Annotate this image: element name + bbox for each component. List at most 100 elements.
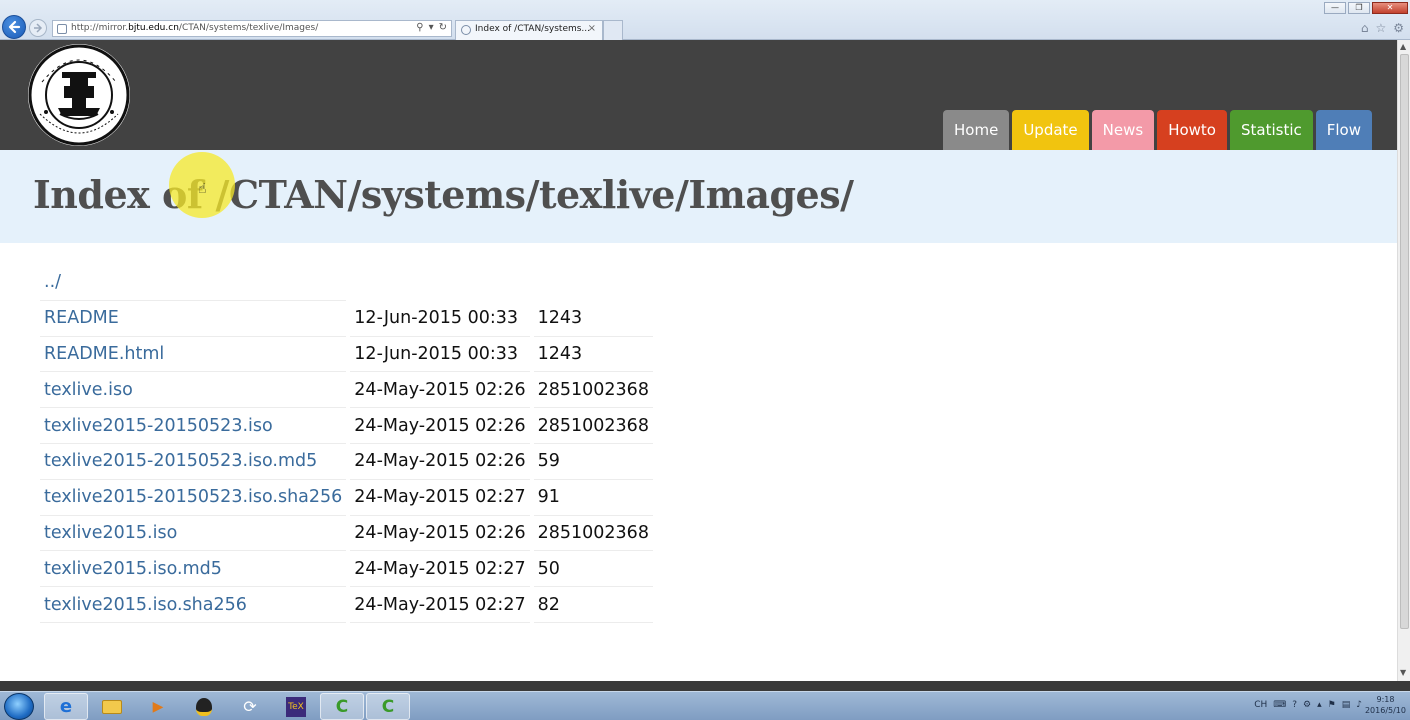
back-button[interactable] xyxy=(2,15,26,39)
file-size: 1243 xyxy=(533,337,653,373)
close-window-button[interactable]: ✕ xyxy=(1372,2,1408,14)
scrollbar-thumb[interactable] xyxy=(1400,54,1409,629)
scroll-up-arrow-icon[interactable]: ▲ xyxy=(1400,42,1406,51)
table-row: README.html 12-Jun-2015 00:33 1243 xyxy=(40,337,653,373)
settings-gear-icon[interactable]: ⚙ xyxy=(1393,21,1404,35)
file-date: 24-May-2015 02:27 xyxy=(350,551,530,588)
table-row: ../ xyxy=(40,265,653,301)
taskbar-clock[interactable]: 9:18 2016/5/10 xyxy=(1365,694,1406,716)
file-link[interactable]: README xyxy=(44,308,119,328)
flag-icon[interactable]: ⚑ xyxy=(1328,700,1336,710)
taskbar: e ▶ ⟳ TeX C C CH ⌨ ? ⚙ ▴ ⚑ ▤ ♪ 9:18 2016… xyxy=(0,691,1410,720)
nav-howto[interactable]: Howto xyxy=(1157,110,1227,150)
address-bar[interactable]: http://mirror.bjtu.edu.cn/CTAN/systems/t… xyxy=(52,20,452,37)
table-row: texlive2015-20150523.iso.sha256 24-May-2… xyxy=(40,480,653,516)
file-size: 91 xyxy=(533,480,653,516)
nav-statistic-label: Statistic xyxy=(1240,121,1302,139)
browser-toolbar: http://mirror.bjtu.edu.cn/CTAN/systems/t… xyxy=(0,0,1410,40)
file-link[interactable]: README.html xyxy=(44,344,164,364)
mouse-pointer-icon: ☝ xyxy=(198,181,207,197)
file-name-cell: texlive2015.iso.sha256 xyxy=(40,587,347,623)
file-name-cell: texlive.iso xyxy=(40,372,347,409)
home-icon[interactable]: ⌂ xyxy=(1361,21,1369,35)
url-prefix: http://mirror. xyxy=(71,23,129,33)
file-link[interactable]: texlive2015-20150523.iso xyxy=(44,416,273,436)
maximize-button[interactable]: ❐ xyxy=(1348,2,1370,14)
taskbar-media-player-icon[interactable]: ▶ xyxy=(136,693,180,720)
taskbar-qq-icon[interactable] xyxy=(182,693,226,720)
nav-update[interactable]: Update xyxy=(1012,110,1089,150)
new-tab-button[interactable] xyxy=(603,20,623,40)
taskbar-cloud-app-icon[interactable]: ⟳ xyxy=(228,693,272,720)
file-name-cell: ../ xyxy=(40,265,347,301)
nav-statistic[interactable]: Statistic xyxy=(1229,110,1313,150)
volume-icon[interactable]: ♪ xyxy=(1356,700,1362,710)
file-date-cell xyxy=(350,265,529,301)
file-size: 50 xyxy=(533,551,653,588)
file-date: 24-May-2015 02:26 xyxy=(350,444,530,480)
table-row: texlive2015.iso 24-May-2015 02:26 285100… xyxy=(40,516,653,552)
file-size: 59 xyxy=(533,444,653,480)
file-link[interactable]: texlive2015-20150523.iso.md5 xyxy=(44,451,317,471)
table-row: README 12-Jun-2015 00:33 1243 xyxy=(40,301,653,337)
system-tray: CH ⌨ ? ⚙ ▴ ⚑ ▤ ♪ xyxy=(1254,700,1362,710)
address-url[interactable]: http://mirror.bjtu.edu.cn/CTAN/systems/t… xyxy=(71,23,318,33)
file-name-cell: README.html xyxy=(40,337,347,373)
show-hidden-icons-icon[interactable]: ▴ xyxy=(1317,700,1322,710)
taskbar-explorer-folder-icon[interactable] xyxy=(90,693,134,720)
tab-close-icon[interactable]: × xyxy=(588,23,596,34)
refresh-icon[interactable]: ↻ xyxy=(439,22,447,33)
university-logo xyxy=(28,44,130,146)
file-link[interactable]: texlive2015-20150523.iso.sha256 xyxy=(44,487,342,507)
nav-news[interactable]: News xyxy=(1091,110,1155,150)
tab-title: Index of /CTAN/systems... xyxy=(475,24,591,34)
network-icon[interactable]: ▤ xyxy=(1342,700,1351,710)
parent-directory-link[interactable]: ../ xyxy=(44,272,61,292)
clock-time: 9:18 xyxy=(1376,695,1395,704)
table-row: texlive.iso 24-May-2015 02:26 2851002368 xyxy=(40,372,653,409)
taskbar-ie-icon[interactable]: e xyxy=(44,693,88,720)
start-button[interactable] xyxy=(4,693,34,720)
file-size: 82 xyxy=(533,587,653,623)
table-row: texlive2015.iso.sha256 24-May-2015 02:27… xyxy=(40,587,653,623)
dropdown-icon[interactable]: ▾ xyxy=(429,22,434,33)
minimize-button[interactable]: — xyxy=(1324,2,1346,14)
file-name-cell: texlive2015.iso.md5 xyxy=(40,551,347,588)
file-date: 12-Jun-2015 00:33 xyxy=(350,301,530,337)
browser-tab[interactable]: Index of /CTAN/systems... × xyxy=(455,20,603,40)
keyboard-icon[interactable]: ⌨ xyxy=(1273,700,1286,710)
nav-home[interactable]: Home xyxy=(943,110,1010,150)
nav-news-label: News xyxy=(1102,121,1144,139)
search-icon[interactable]: ⚲ xyxy=(416,22,423,33)
nav-flow-label: Flow xyxy=(1326,121,1361,139)
nav-flow[interactable]: Flow xyxy=(1315,110,1372,150)
taskbar-camtasia-icon[interactable]: C xyxy=(320,693,364,720)
input-language-indicator[interactable]: CH xyxy=(1254,700,1267,710)
back-arrow-icon xyxy=(8,20,21,34)
nav-update-label: Update xyxy=(1023,121,1078,139)
vertical-scrollbar[interactable]: ▲ ▼ xyxy=(1397,40,1410,681)
file-date: 24-May-2015 02:26 xyxy=(350,516,530,552)
tab-favicon-icon xyxy=(461,25,471,35)
file-link[interactable]: texlive2015.iso xyxy=(44,523,177,543)
page-title: Index of /CTAN/systems/texlive/Images/ xyxy=(33,172,854,217)
file-size: 2851002368 xyxy=(533,372,653,409)
table-row: texlive2015-20150523.iso.md5 24-May-2015… xyxy=(40,444,653,480)
scroll-down-arrow-icon[interactable]: ▼ xyxy=(1400,668,1406,677)
settings-icon[interactable]: ⚙ xyxy=(1303,700,1311,710)
file-date: 24-May-2015 02:27 xyxy=(350,480,530,516)
file-link[interactable]: texlive2015.iso.sha256 xyxy=(44,595,247,615)
site-header: Home Update News Howto Statistic Flow xyxy=(0,40,1397,150)
file-link[interactable]: texlive2015.iso.md5 xyxy=(44,559,222,579)
favorites-star-icon[interactable]: ☆ xyxy=(1375,21,1386,35)
taskbar-camtasia-recorder-icon[interactable]: C xyxy=(366,693,410,720)
help-icon[interactable]: ? xyxy=(1292,700,1297,710)
file-size: 1243 xyxy=(533,301,653,337)
page-icon xyxy=(57,24,67,34)
file-link[interactable]: texlive.iso xyxy=(44,380,133,400)
table-row: texlive2015.iso.md5 24-May-2015 02:27 50 xyxy=(40,551,653,588)
file-date: 24-May-2015 02:26 xyxy=(350,372,530,409)
file-name-cell: texlive2015.iso xyxy=(40,516,347,552)
taskbar-texworks-icon[interactable]: TeX xyxy=(274,693,318,720)
forward-button[interactable] xyxy=(29,19,47,37)
